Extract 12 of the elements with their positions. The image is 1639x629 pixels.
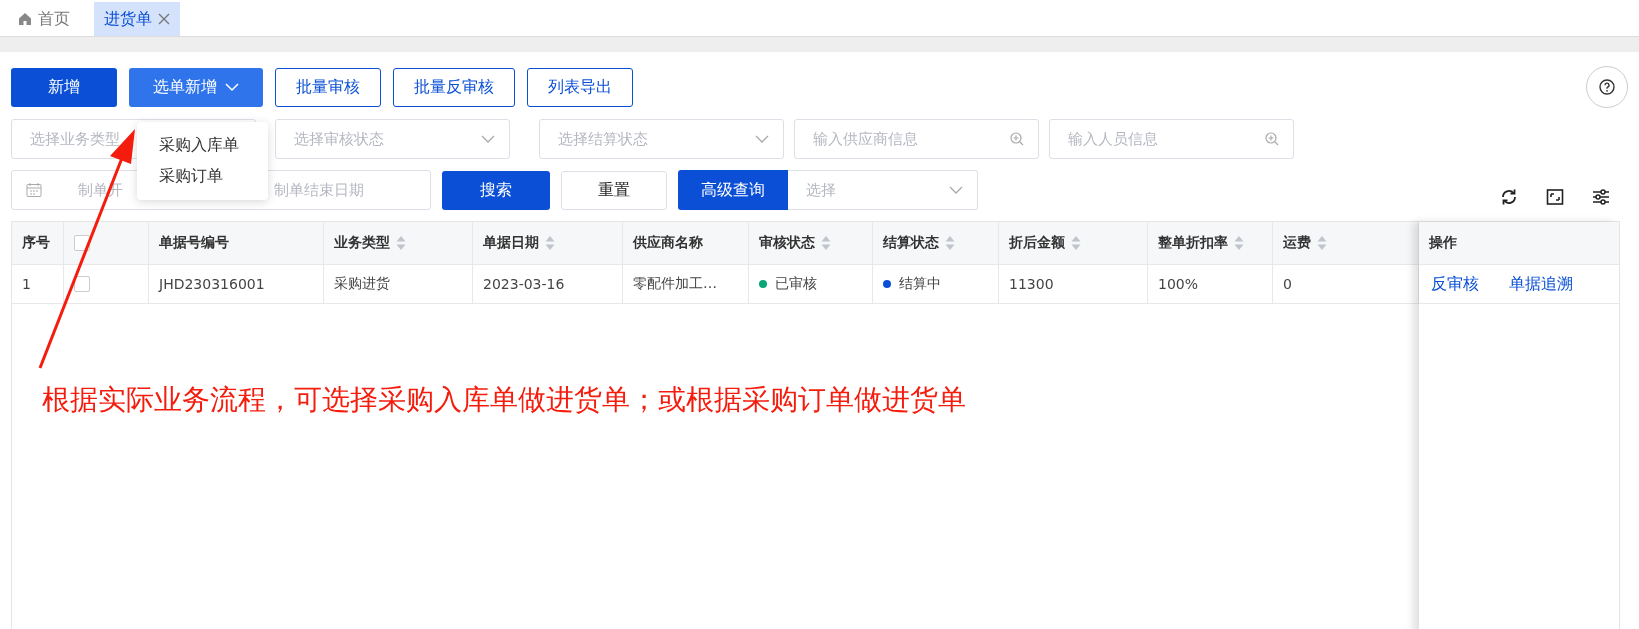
table-cell: 已审核: [775, 275, 817, 293]
table-cell: 2023-03-16: [483, 276, 565, 292]
table-cell: 100%: [1158, 276, 1199, 292]
table-cell: JHD230316001: [159, 276, 265, 292]
column-header: 操作: [1429, 234, 1457, 252]
table-cell: 0: [1283, 276, 1292, 292]
table-cell: 1: [22, 276, 31, 292]
table-cell: 11300: [1009, 276, 1054, 292]
table-cell: 零配件加工…: [633, 275, 717, 293]
table-cell: 结算中: [899, 275, 941, 293]
table-cell: 采购进货: [334, 275, 390, 293]
annotation-text: 根据实际业务流程，可选择采购入库单做进货单；或根据采购订单做进货单: [42, 382, 966, 418]
